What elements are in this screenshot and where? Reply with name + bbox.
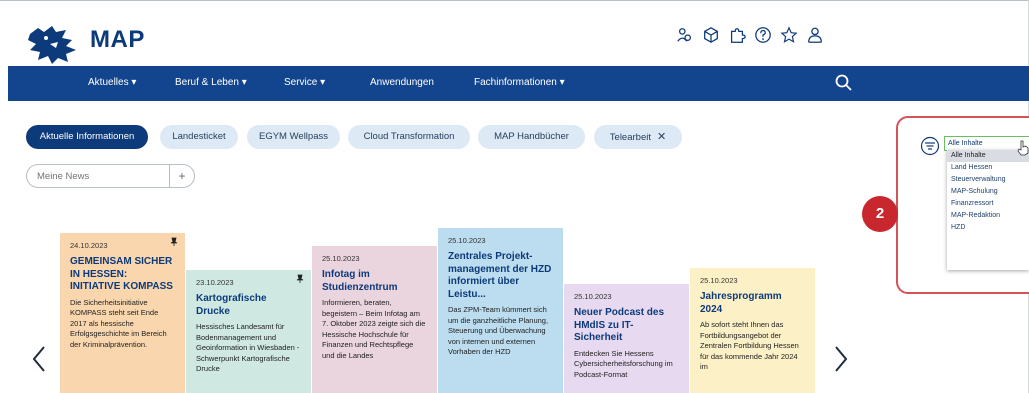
add-news-button[interactable]: +: [169, 164, 195, 188]
chip-telearbeit[interactable]: Telearbeit ✕: [594, 125, 682, 149]
logo-text[interactable]: MAP: [90, 26, 145, 54]
card-date: 23.10.2023: [196, 278, 234, 287]
news-card[interactable]: 23.10.2023 Kartografische Drucke Hessisc…: [186, 270, 311, 393]
chip-label: MAP Handbücher: [494, 131, 569, 142]
news-card[interactable]: 25.10.2023 Zentrales Projekt-management …: [438, 228, 563, 393]
nav-item-fachinformationen[interactable]: Fachinformationen ▾: [474, 77, 565, 88]
pin-icon[interactable]: [169, 237, 179, 247]
chevron-right-icon[interactable]: [832, 344, 850, 374]
card-text: Hessisches Landesamt für Bodenmanagement…: [196, 322, 300, 373]
chip-landesticket[interactable]: Landesticket: [160, 125, 238, 149]
dropdown-option[interactable]: Finanzressort: [947, 198, 1029, 210]
top-icon-bar: [675, 25, 825, 45]
pin-icon[interactable]: [295, 274, 305, 284]
card-date: 25.10.2023: [322, 254, 360, 263]
filter-icon[interactable]: [920, 136, 940, 156]
chip-map-handbuecher[interactable]: MAP Handbücher: [478, 125, 585, 149]
dropdown-option[interactable]: Steuerverwaltung: [947, 174, 1029, 186]
news-card[interactable]: 25.10.2023 Infotag im Studienzentrum Inf…: [312, 246, 437, 393]
card-title[interactable]: GEMEINSAM SICHER IN HESSEN: INITIATIVE K…: [70, 256, 175, 294]
news-card[interactable]: 24.10.2023 GEMEINSAM SICHER IN HESSEN: I…: [60, 233, 185, 393]
nav-item-anwendungen[interactable]: Anwendungen: [370, 77, 434, 88]
close-icon[interactable]: ✕: [657, 131, 666, 143]
dropdown-option[interactable]: HZD: [947, 222, 1029, 234]
hand-cursor-icon: [1017, 140, 1029, 156]
card-text: Die Sicherheitsinitiative KOMPASS steht …: [70, 297, 167, 349]
dropdown-option[interactable]: Land Hessen: [947, 162, 1029, 174]
chip-egym-wellpass[interactable]: EGYM Wellpass: [247, 125, 340, 149]
hessen-lion-logo[interactable]: [22, 20, 86, 68]
card-date: 25.10.2023: [448, 236, 486, 245]
content-filter-dropdown: Alle Inhalte Land Hessen Steuerverwaltun…: [947, 150, 1029, 270]
card-text: Entdecken Sie Hessens Cybersicherheitsfo…: [574, 348, 673, 379]
card-title[interactable]: Zentrales Projekt-management der HZD inf…: [448, 251, 553, 301]
chip-label: EGYM Wellpass: [259, 131, 328, 142]
nav-item-beruf-leben[interactable]: Beruf & Leben ▾: [175, 77, 247, 88]
cube-icon[interactable]: [701, 25, 721, 45]
nav-item-aktuelles[interactable]: Aktuelles ▾: [88, 77, 136, 88]
chip-label: Aktuelle Informationen: [39, 131, 135, 142]
dropdown-option[interactable]: MAP-Schulung: [947, 186, 1029, 198]
community-icon[interactable]: [675, 25, 695, 45]
user-icon[interactable]: [805, 25, 825, 45]
card-text: Ab sofort steht Ihnen das Fortbildungsan…: [700, 320, 799, 371]
news-card[interactable]: 25.10.2023 Neuer Podcast des HMdIS zu IT…: [564, 284, 689, 393]
chevron-left-icon[interactable]: [30, 344, 48, 374]
card-date: 24.10.2023: [70, 241, 108, 250]
top-border: [0, 0, 1029, 1]
card-title[interactable]: Kartografische Drucke: [196, 293, 301, 318]
card-text: Das ZPM-Team kümmert sich um die ganzhei…: [448, 305, 549, 356]
nav-item-service[interactable]: Service ▾: [284, 77, 325, 88]
chip-cloud-transformation[interactable]: Cloud Transformation: [348, 125, 470, 149]
chip-aktuelle-informationen[interactable]: Aktuelle Informationen: [26, 125, 148, 149]
chip-label: Telearbeit: [609, 132, 651, 143]
card-title[interactable]: Jahresprogramm 2024: [700, 291, 805, 316]
card-title[interactable]: Infotag im Studienzentrum: [322, 269, 427, 294]
dropdown-option[interactable]: MAP-Redaktion: [947, 210, 1029, 222]
search-icon[interactable]: [834, 73, 854, 93]
card-date: 25.10.2023: [574, 292, 612, 301]
star-icon[interactable]: [779, 25, 799, 45]
card-date: 25.10.2023: [700, 276, 738, 285]
page: MAP Aktuelles ▾ Beruf & Leben ▾ Service …: [0, 0, 1029, 393]
card-title[interactable]: Neuer Podcast des HMdIS zu IT-Sicherheit: [574, 307, 679, 345]
chip-label: Landesticket: [172, 131, 226, 142]
meine-news-input[interactable]: [26, 164, 170, 188]
main-navigation: Aktuelles ▾ Beruf & Leben ▾ Service ▾ An…: [8, 66, 1029, 101]
card-text: Informieren, beraten, begeistern – Beim …: [322, 298, 426, 360]
news-card[interactable]: 25.10.2023 Jahresprogramm 2024 Ab sofort…: [690, 268, 815, 393]
puzzle-icon[interactable]: [727, 25, 747, 45]
step-badge: 2: [862, 196, 898, 232]
chip-label: Cloud Transformation: [363, 131, 455, 142]
help-icon[interactable]: [753, 25, 773, 45]
